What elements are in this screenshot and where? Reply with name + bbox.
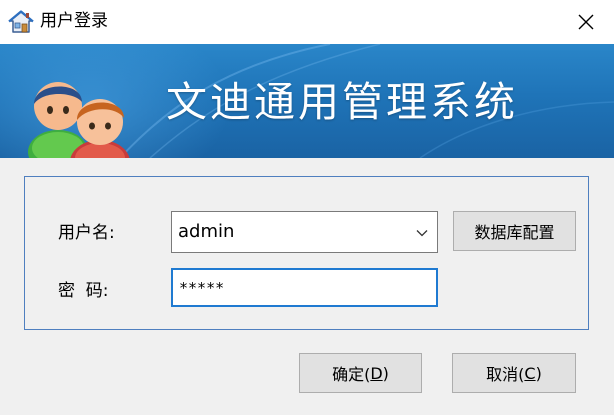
username-label: 用户名: (58, 223, 115, 243)
password-field[interactable] (171, 268, 438, 307)
password-label: 密 码: (58, 281, 109, 301)
chevron-down-icon[interactable] (415, 226, 429, 240)
database-config-button[interactable]: 数据库配置 (453, 211, 576, 251)
cancel-label-suffix: ) (535, 363, 542, 383)
username-value: admin (178, 221, 235, 242)
title-bar[interactable]: 用户登录 (0, 0, 614, 44)
header-banner: 文迪通用管理系统 (0, 44, 614, 158)
cancel-mnemonic: C (524, 363, 536, 383)
ok-button[interactable]: 确定(D) (299, 353, 422, 393)
login-dialog: 用户登录 文迪通用管理系统 用户名: admin 数据库配置 密 码: ****… (0, 0, 614, 415)
ok-label-suffix: ) (382, 363, 389, 383)
username-combobox[interactable]: admin (171, 211, 438, 253)
ok-mnemonic: D (370, 363, 383, 383)
house-icon (8, 10, 34, 33)
cancel-label-prefix: 取消( (486, 365, 525, 384)
close-button[interactable] (558, 0, 614, 44)
close-icon (578, 14, 594, 30)
cancel-button[interactable]: 取消(C) (452, 353, 576, 393)
app-title: 文迪通用管理系统 (166, 78, 518, 126)
ok-label-prefix: 确定( (332, 365, 371, 384)
window-title: 用户登录 (40, 11, 108, 31)
